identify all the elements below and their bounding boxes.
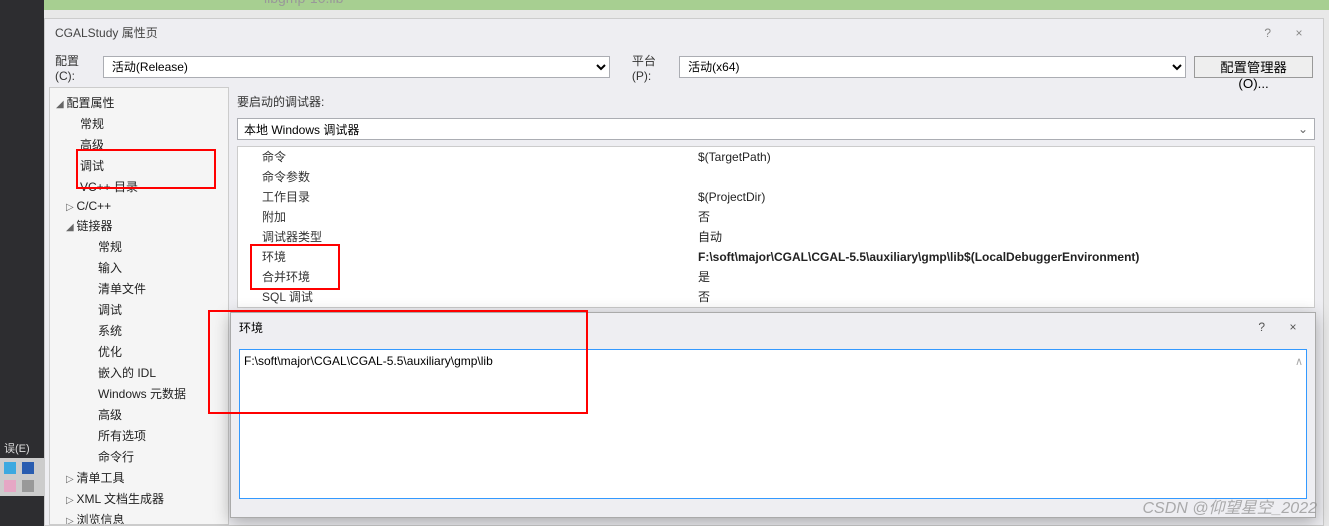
prop-key[interactable]: SQL 调试 [238,287,698,307]
tree-linker-input[interactable]: 输入 [50,257,228,278]
env-close-button[interactable]: × [1279,320,1307,334]
prop-key[interactable]: 附加 [238,207,698,227]
env-title-text: 环境 [239,319,263,336]
annotation-banner: libgmp-10.lib [44,0,1329,10]
lib-filename: libgmp-10.lib [264,0,343,6]
tree-root[interactable]: 配置属性 [50,92,228,113]
prop-row: 环境F:\soft\major\CGAL\CGAL-5.5\auxiliary\… [238,247,1314,267]
tree-vcdirs[interactable]: VC++ 目录 [50,176,228,197]
prop-val[interactable]: 自动 [698,227,1314,247]
config-manager-button[interactable]: 配置管理器(O)... [1194,56,1313,78]
prop-row: 命令$(TargetPath) [238,147,1314,167]
close-button[interactable]: × [1285,19,1313,47]
dialog-titlebar: CGALStudy 属性页 ? × [45,19,1323,47]
pin-icon[interactable] [4,462,16,474]
debugger-select[interactable]: 本地 Windows 调试器 [237,118,1315,140]
property-tree[interactable]: 配置属性 常规 高级 调试 VC++ 目录 C/C++ 链接器 常规 输入 清单… [49,87,229,525]
tree-linker-adv[interactable]: 高级 [50,404,228,425]
prop-val[interactable]: 否 [698,287,1314,307]
scroll-up-icon[interactable]: ∧ [1295,355,1303,368]
prop-key[interactable]: 工作目录 [238,187,698,207]
env-help-button[interactable]: ? [1248,320,1276,334]
save-icon[interactable] [22,462,34,474]
debugger-launch-label: 要启动的调试器: [237,91,1315,112]
help-button[interactable]: ? [1254,19,1282,47]
platform-label: 平台(P): [632,52,675,83]
tree-linker-cmd[interactable]: 命令行 [50,446,228,467]
left-icons [0,458,44,496]
config-label: 配置(C): [55,52,99,83]
tree-linker-debug[interactable]: 调试 [50,299,228,320]
prop-val[interactable]: F:\soft\major\CGAL\CGAL-5.5\auxiliary\gm… [698,247,1314,267]
tree-general[interactable]: 常规 [50,113,228,134]
close-strip-icon[interactable] [22,480,34,492]
environment-textarea[interactable] [239,349,1307,499]
tree-linker-all[interactable]: 所有选项 [50,425,228,446]
tree-cpp[interactable]: C/C++ [50,197,228,215]
tree-linker-system[interactable]: 系统 [50,320,228,341]
tree-advanced[interactable]: 高级 [50,134,228,155]
tree-browse-info[interactable]: 浏览信息 [50,509,228,525]
prop-key[interactable]: 命令 [238,147,698,167]
config-select[interactable]: 活动(Release) [103,56,610,78]
prop-val[interactable]: 否 [698,207,1314,227]
prop-row: 工作目录$(ProjectDir) [238,187,1314,207]
prop-val[interactable] [698,167,1314,187]
tree-linker-general[interactable]: 常规 [50,236,228,257]
tree-xml-doc[interactable]: XML 文档生成器 [50,488,228,509]
ide-left-strip: 误(E) [0,0,44,526]
prop-row: SQL 调试否 [238,287,1314,307]
config-bar: 配置(C): 活动(Release) 平台(P): 活动(x64) 配置管理器(… [45,47,1323,87]
error-panel-label: 误(E) [4,440,30,456]
prop-key[interactable]: 命令参数 [238,167,698,187]
tree-linker-opt[interactable]: 优化 [50,341,228,362]
tree-debugging[interactable]: 调试 [50,155,228,176]
prop-val[interactable]: 是 [698,267,1314,287]
prop-val[interactable]: $(TargetPath) [698,147,1314,167]
prop-key[interactable]: 调试器类型 [238,227,698,247]
script-icon[interactable] [4,480,16,492]
prop-val[interactable]: $(ProjectDir) [698,187,1314,207]
tree-linker-manifest[interactable]: 清单文件 [50,278,228,299]
dialog-title-text: CGALStudy 属性页 [55,19,158,47]
prop-row: 命令参数 [238,167,1314,187]
tree-linker-idl[interactable]: 嵌入的 IDL [50,362,228,383]
prop-row: 附加否 [238,207,1314,227]
prop-key[interactable]: 环境 [238,247,698,267]
tree-linker-winmd[interactable]: Windows 元数据 [50,383,228,404]
prop-row: 合并环境是 [238,267,1314,287]
environment-editor-dialog: 环境 ? × ∧ [230,312,1316,518]
tree-manifest-tool[interactable]: 清单工具 [50,467,228,488]
tree-linker[interactable]: 链接器 [50,215,228,236]
prop-key[interactable]: 合并环境 [238,267,698,287]
env-titlebar: 环境 ? × [231,313,1315,341]
debugger-select-value: 本地 Windows 调试器 [244,121,359,138]
property-grid[interactable]: 命令$(TargetPath) 命令参数 工作目录$(ProjectDir) 附… [237,146,1315,308]
platform-select[interactable]: 活动(x64) [679,56,1186,78]
prop-row: 调试器类型自动 [238,227,1314,247]
